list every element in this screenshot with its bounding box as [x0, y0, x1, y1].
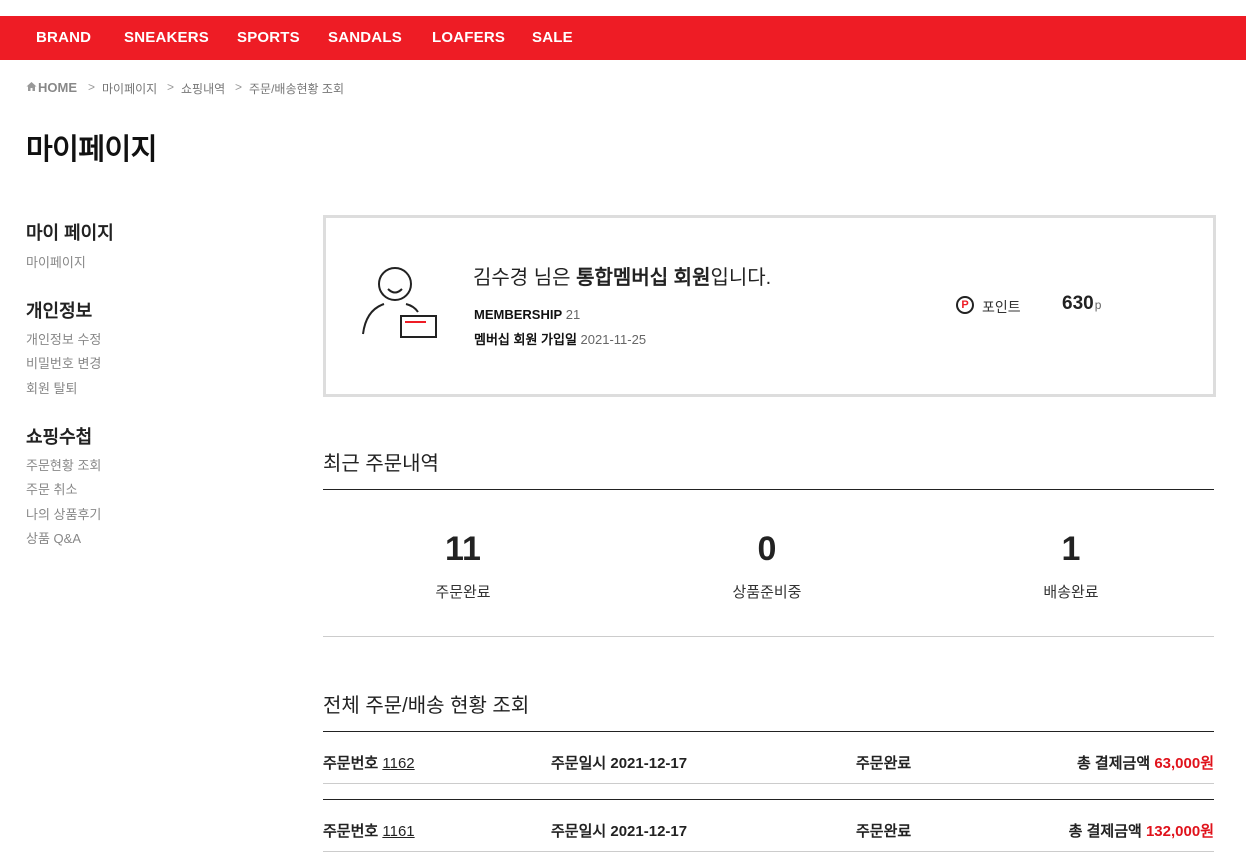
order-date-value: 2021-12-17	[610, 823, 688, 840]
order-date: 주문일시 2021-12-17	[551, 752, 687, 773]
divider	[323, 636, 1214, 637]
stat-preparing-count[interactable]: 0	[667, 530, 867, 569]
nav-sandals[interactable]: SANDALS	[328, 16, 402, 60]
join-date-label: 멤버십 회원 가입일	[474, 332, 577, 347]
nav-brand[interactable]: BRAND	[36, 16, 91, 60]
sidebar-item-edit-profile[interactable]: 개인정보 수정	[26, 329, 101, 348]
breadcrumb-home[interactable]: HOME	[38, 80, 77, 95]
divider	[323, 851, 1214, 852]
breadcrumb-separator: >	[88, 80, 96, 94]
breadcrumb-separator: >	[167, 80, 175, 94]
point-unit: p	[1094, 298, 1102, 312]
nav-loafers[interactable]: LOAFERS	[432, 16, 505, 60]
order-total: 총 결제금액 132,000원	[1069, 820, 1214, 841]
order-status: 주문완료	[856, 823, 912, 840]
order-date-value: 2021-12-17	[610, 755, 688, 772]
member-greeting-suffix: 입니다.	[710, 267, 772, 289]
breadcrumb-current: 주문/배송현황 조회	[249, 82, 344, 96]
membership-line: MEMBERSHIP 21	[474, 307, 580, 322]
order-number-label: 주문번호	[323, 755, 379, 772]
all-orders-title: 전체 주문/배송 현황 조회	[323, 695, 530, 717]
home-icon[interactable]	[26, 81, 37, 95]
order-total-amount: 132,000원	[1145, 823, 1214, 840]
order-number: 주문번호 1162	[323, 752, 415, 773]
order-total-label: 총 결제금액	[1068, 823, 1142, 840]
order-status: 주문완료	[856, 755, 912, 772]
order-number-label: 주문번호	[323, 823, 379, 840]
sidebar-item-reviews[interactable]: 나의 상품후기	[26, 504, 101, 523]
stat-delivered-label: 배송완료	[1043, 584, 1099, 601]
order-number-link[interactable]: 1162	[382, 755, 414, 772]
order-total-amount: 63,000원	[1154, 755, 1214, 772]
member-name: 김수경 님은	[473, 267, 577, 289]
sidebar-item-change-password[interactable]: 비밀번호 변경	[26, 353, 101, 372]
order-date-label: 주문일시	[551, 755, 607, 772]
member-greeting: 김수경 님은 통합멤버십 회원입니다.	[473, 261, 771, 290]
stat-order-complete-label: 주문완료	[435, 584, 491, 601]
order-date: 주문일시 2021-12-17	[551, 820, 687, 841]
nav-sneakers[interactable]: SNEAKERS	[124, 16, 209, 60]
sidebar-item-qna[interactable]: 상품 Q&A	[26, 528, 81, 547]
point-icon: P	[956, 296, 974, 314]
member-avatar-icon	[360, 266, 440, 345]
divider	[323, 731, 1214, 732]
membership-value: 21	[565, 307, 581, 322]
page-title: 마이페이지	[26, 134, 157, 166]
nav-sports[interactable]: SPORTS	[237, 16, 300, 60]
join-date-value: 2021-11-25	[580, 332, 647, 347]
order-total: 총 결제금액 63,000원	[1077, 752, 1214, 773]
membership-label: MEMBERSHIP	[474, 307, 563, 322]
divider	[323, 799, 1214, 800]
divider	[323, 783, 1214, 784]
sidebar-heading-mypage: 마이 페이지	[26, 223, 114, 243]
recent-orders-title: 최근 주문내역	[323, 453, 439, 475]
point-amount: 630	[1062, 293, 1094, 314]
order-number-link[interactable]: 1161	[382, 823, 414, 840]
sidebar-item-mypage[interactable]: 마이페이지	[26, 252, 86, 271]
point-label: 포인트	[982, 299, 1021, 315]
divider	[323, 489, 1214, 490]
stat-delivered-count[interactable]: 1	[971, 530, 1171, 569]
breadcrumb-mypage[interactable]: 마이페이지	[102, 80, 157, 97]
order-date-label: 주문일시	[551, 823, 607, 840]
sidebar-heading-shopping: 쇼핑수첩	[26, 427, 93, 447]
stat-preparing-label: 상품준비중	[732, 584, 802, 601]
top-nav-bar: BRAND SNEAKERS SPORTS SANDALS LOAFERS SA…	[0, 16, 1246, 60]
nav-sale[interactable]: SALE	[532, 16, 573, 60]
join-date-line: 멤버십 회원 가입일 2021-11-25	[474, 329, 646, 348]
point-value: 630p	[1062, 293, 1101, 315]
stat-order-complete-count[interactable]: 11	[363, 530, 563, 569]
sidebar-heading-personal: 개인정보	[26, 301, 93, 321]
member-grade: 통합멤버십 회원	[576, 267, 711, 289]
order-number: 주문번호 1161	[323, 820, 415, 841]
breadcrumb-shopping[interactable]: 쇼핑내역	[181, 80, 225, 97]
sidebar-item-withdraw[interactable]: 회원 탈퇴	[26, 378, 77, 397]
breadcrumb-separator: >	[235, 80, 243, 94]
sidebar-item-order-cancel[interactable]: 주문 취소	[26, 479, 77, 498]
sidebar-item-order-status[interactable]: 주문현황 조회	[26, 455, 101, 474]
order-total-label: 총 결제금액	[1076, 755, 1151, 772]
